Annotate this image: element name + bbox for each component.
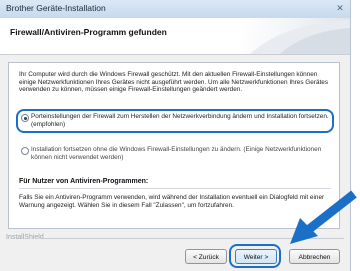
intro-text: Ihr Computer wird durch die Windows Fire…: [19, 71, 329, 94]
option-change-firewall[interactable]: Porteinstellungen der Firewall zum Herst…: [21, 113, 335, 128]
decorative-swoosh-icon: [250, 20, 350, 54]
radio-selected-icon[interactable]: [21, 114, 29, 122]
close-icon[interactable]: ✕: [334, 2, 346, 14]
header-banner: Firewall/Antiviren-Programm gefunden: [0, 18, 350, 55]
page-title: Firewall/Antiviren-Programm gefunden: [10, 27, 167, 37]
window-title: Brother Geräte-Installation: [6, 3, 106, 13]
pointer-arrow-icon: [290, 190, 357, 244]
cancel-button[interactable]: Abbrechen: [289, 249, 340, 264]
next-button[interactable]: Weiter >: [235, 249, 277, 264]
installshield-brand: InstallShield: [6, 234, 44, 241]
radio-unselected-icon[interactable]: [21, 147, 29, 155]
title-bar: Brother Geräte-Installation ✕: [0, 0, 350, 18]
option-label: Installation fortsetzen ohne die Windows…: [31, 146, 322, 161]
back-button[interactable]: < Zurück: [185, 249, 227, 264]
antivirus-heading: Für Nutzer von Antiviren-Programmen:: [19, 178, 149, 185]
option-label: Porteinstellungen der Firewall zum Herst…: [31, 113, 329, 128]
header-graphic: [240, 18, 350, 54]
option-keep-firewall[interactable]: Installation fortsetzen ohne die Windows…: [21, 146, 335, 161]
